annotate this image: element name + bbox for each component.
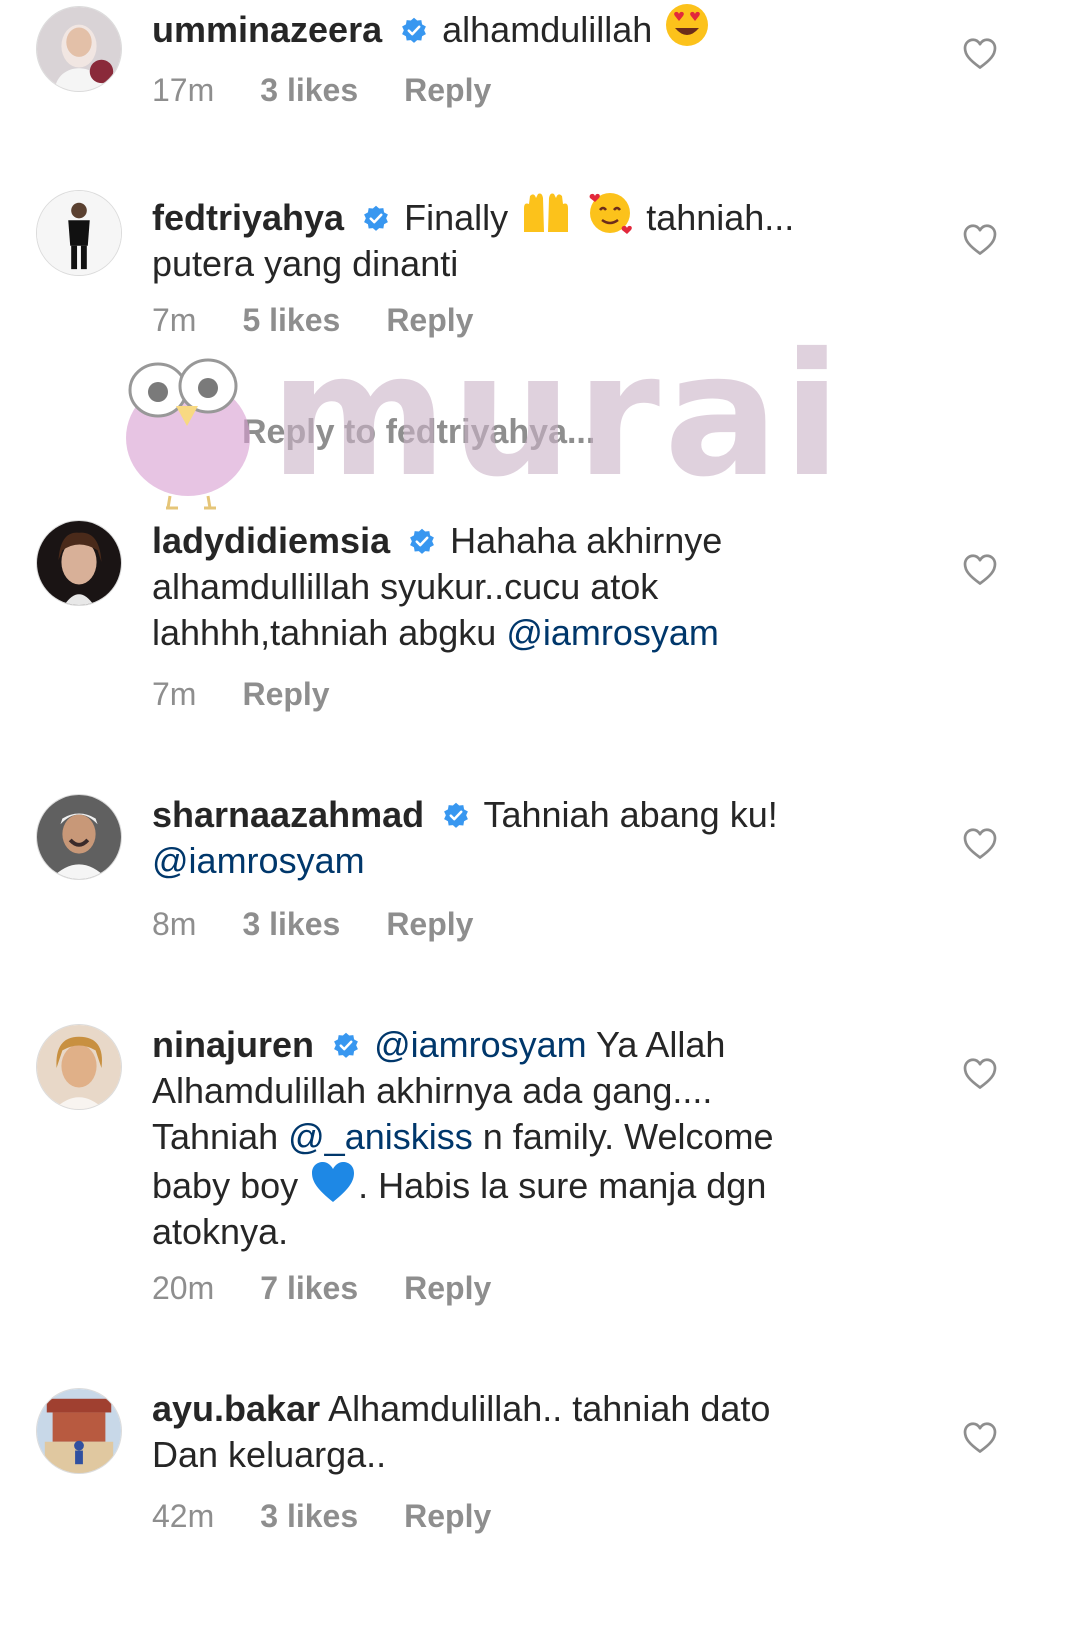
mention-link[interactable]: @iamrosyam	[152, 840, 365, 881]
comment-time: 20m	[152, 1270, 215, 1306]
avatar[interactable]	[36, 1024, 122, 1110]
avatar[interactable]	[36, 190, 122, 276]
likes-count[interactable]: 3 likes	[242, 904, 340, 944]
comment-text: putera yang dinanti	[152, 243, 459, 284]
likes-count[interactable]: 7 likes	[260, 1268, 358, 1308]
likes-count[interactable]: 3 likes	[260, 1496, 358, 1536]
avatar[interactable]	[36, 520, 122, 606]
username[interactable]: sharnaazahmad	[152, 794, 424, 835]
reply-button[interactable]: Reply	[404, 1268, 491, 1308]
reply-button[interactable]: Reply	[242, 674, 329, 714]
like-heart-icon[interactable]	[962, 552, 998, 588]
verified-badge-icon	[408, 528, 436, 556]
smiling-face-with-hearts-emoji-icon	[589, 193, 633, 234]
comment-text: alhamdullillah syukur..cucu atok	[152, 566, 659, 607]
verified-badge-icon	[442, 802, 470, 830]
avatar[interactable]	[36, 6, 122, 92]
like-heart-icon[interactable]	[962, 1420, 998, 1456]
comment-text: tahniah...	[646, 197, 795, 238]
like-heart-icon[interactable]	[962, 826, 998, 862]
comment-text: n family. Welcome	[482, 1116, 774, 1157]
comment-text: Hahaha akhirnye	[450, 520, 723, 561]
comment-text: Tahniah	[152, 1116, 279, 1157]
reply-button[interactable]: Reply	[404, 70, 491, 110]
comment-text: lahhhh,tahniah abgku	[152, 612, 497, 653]
reply-button[interactable]: Reply	[386, 300, 473, 340]
comment-time: 7m	[152, 302, 197, 338]
comment-text: Alhamdulillah akhirnya ada gang....	[152, 1070, 713, 1111]
username[interactable]: ladydidiemsia	[152, 520, 390, 561]
mention-link[interactable]: @_aniskiss	[288, 1116, 473, 1157]
likes-count[interactable]: 3 likes	[260, 70, 358, 110]
comment-text: Tahniah abang ku!	[483, 794, 778, 835]
comment-text: baby boy	[152, 1165, 299, 1206]
comment-time: 42m	[152, 1498, 215, 1534]
username[interactable]: umminazeera	[152, 9, 382, 50]
verified-badge-icon	[332, 1032, 360, 1060]
mention-link[interactable]: @iamrosyam	[374, 1024, 587, 1065]
username[interactable]: ninajuren	[152, 1024, 314, 1065]
like-heart-icon[interactable]	[962, 36, 998, 72]
comment-text: Alhamdulillah.. tahniah dato	[328, 1388, 771, 1429]
likes-count[interactable]: 5 likes	[242, 300, 340, 340]
username[interactable]: ayu.bakar	[152, 1388, 320, 1429]
comment-time: 17m	[152, 72, 215, 108]
comment-text: alhamdulillah	[442, 9, 653, 50]
like-heart-icon[interactable]	[962, 222, 998, 258]
verified-badge-icon	[400, 17, 428, 45]
avatar[interactable]	[36, 1388, 122, 1474]
blue-heart-emoji-icon	[312, 1162, 355, 1202]
mention-link[interactable]: @iamrosyam	[506, 612, 719, 653]
comment-text: Dan keluarga..	[152, 1434, 387, 1475]
comment-text: Finally	[404, 197, 509, 238]
reply-button[interactable]: Reply	[404, 1496, 491, 1536]
reply-button[interactable]: Reply	[386, 904, 473, 944]
like-heart-icon[interactable]	[962, 1056, 998, 1092]
comment-text: Ya Allah	[596, 1024, 726, 1065]
heart-eyes-emoji-icon	[666, 4, 709, 46]
comment-text: . Habis la sure manja dgn	[358, 1165, 767, 1206]
username[interactable]: fedtriyahya	[152, 197, 344, 238]
verified-badge-icon	[362, 205, 390, 233]
avatar[interactable]	[36, 794, 122, 880]
comment-text: atoknya.	[152, 1211, 289, 1252]
comment-time: 7m	[152, 676, 197, 712]
view-replies-link[interactable]: Reply to fedtriyahya...	[242, 412, 595, 452]
comment-time: 8m	[152, 906, 197, 942]
raised-hands-emoji-icon	[524, 193, 569, 232]
